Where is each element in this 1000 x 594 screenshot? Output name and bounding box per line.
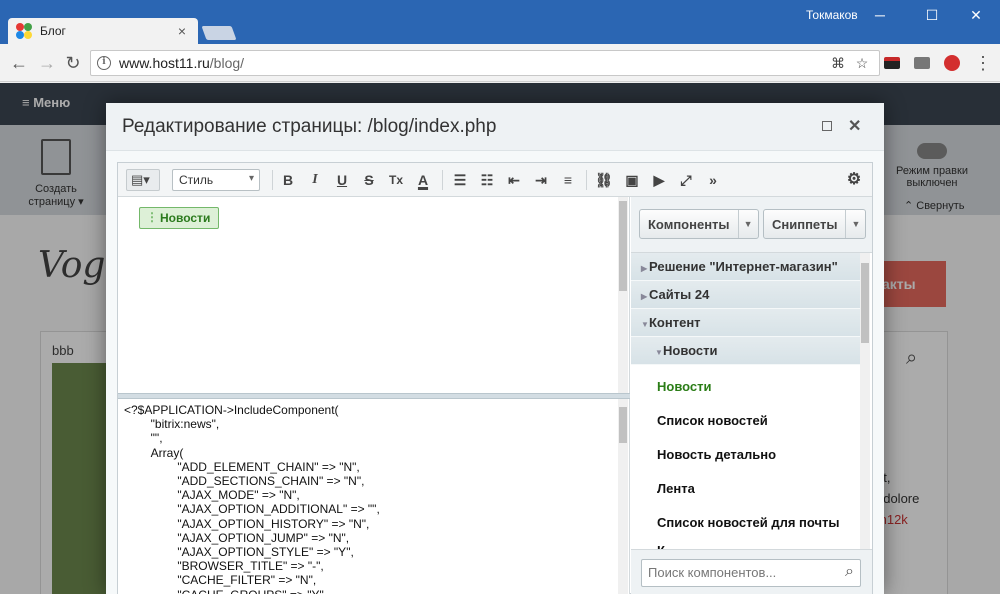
tree-item-content[interactable]: ▼Контент — [631, 309, 860, 337]
view-mode-icon[interactable]: ▤▾ — [126, 169, 160, 191]
toolbar-divider — [442, 170, 443, 190]
fullscreen-icon[interactable]: ⤢ — [676, 170, 696, 190]
component-item[interactable]: Список новостей для почты — [657, 515, 840, 530]
extension-profile-icon[interactable] — [944, 55, 960, 71]
search-icon[interactable]: ⌕ — [845, 563, 854, 581]
reload-icon[interactable]: ↻ — [62, 52, 84, 74]
search-placeholder: Поиск компонентов... — [648, 565, 777, 580]
menu-kebab-icon[interactable]: ⋮ — [972, 52, 994, 74]
snippets-button[interactable]: Сниппеты ▼ — [763, 209, 867, 239]
components-panel: Компоненты ▼ Сниппеты ▼ ▶ Решение "Интерн… — [631, 197, 872, 594]
collapse-arrow-icon: ▼ — [655, 348, 663, 357]
browser-titlebar: Блог × Токмаков ─ ☐ ✕ — [0, 0, 1000, 44]
italic-icon[interactable]: I — [305, 170, 325, 190]
more-tools-icon[interactable]: » — [703, 170, 723, 190]
image-icon[interactable]: ▣ — [622, 170, 642, 190]
scrollbar-thumb[interactable] — [619, 201, 627, 291]
extension-mask-icon[interactable] — [884, 57, 900, 69]
tree-item-sites24[interactable]: ▶ Сайты 24 — [631, 281, 860, 309]
tab-title: Блог — [40, 24, 66, 38]
arrow-left-icon[interactable]: ← — [8, 52, 30, 74]
bitrix-favicon-icon — [16, 23, 32, 39]
bold-icon[interactable]: B — [278, 170, 298, 190]
tab-close-icon[interactable]: × — [174, 23, 190, 39]
php-code: <?$APPLICATION->IncludeComponent( "bitri… — [124, 403, 380, 594]
browser-toolbar: ← → ↻ i www.host11.ru/blog/ ⌘ ☆ ⋮ — [0, 44, 1000, 82]
maximize-button[interactable]: ☐ — [920, 4, 944, 26]
address-bar[interactable]: i www.host11.ru/blog/ ⌘ ☆ — [90, 50, 880, 76]
browser-tab-blog[interactable]: Блог × — [8, 18, 198, 44]
editor-toolbar: ▤▾ Стиль B I U S Tx A ☰ ☷ ⇤ ⇥ ≡ ⛓ ▣ ▶ ⤢ … — [118, 163, 872, 197]
scrollbar-thumb[interactable] — [861, 263, 869, 343]
strikethrough-icon[interactable]: S — [359, 170, 379, 190]
url-host: www.host11.ru — [119, 55, 210, 71]
outdent-icon[interactable]: ⇤ — [504, 170, 524, 190]
component-chip-news[interactable]: Новости — [139, 207, 220, 229]
html-editor: ▤▾ Стиль B I U S Tx A ☰ ☷ ⇤ ⇥ ≡ ⛓ ▣ ▶ ⤢ … — [117, 162, 873, 594]
expand-arrow-icon: ▶ — [641, 264, 648, 273]
dialog-title: Редактирование страницы: /blog/index.php — [122, 116, 497, 137]
toolbar-divider — [272, 170, 273, 190]
components-panel-header: Компоненты ▼ Сниппеты ▼ — [631, 197, 872, 253]
settings-gear-icon[interactable]: ⚙ — [844, 170, 864, 190]
components-button-label: Компоненты — [648, 216, 730, 232]
indent-icon[interactable]: ⇥ — [531, 170, 551, 190]
style-select[interactable]: Стиль — [172, 169, 260, 191]
collapse-arrow-icon: ▼ — [641, 320, 649, 329]
clear-format-icon[interactable]: Tx — [386, 170, 406, 190]
component-item[interactable]: Новости — [657, 379, 712, 394]
extension-stack-icon[interactable] — [914, 57, 930, 69]
minimize-button[interactable]: ─ — [868, 4, 892, 26]
link-icon[interactable]: ⛓ — [594, 170, 614, 190]
code-editor-area[interactable]: <?$APPLICATION->IncludeComponent( "bitri… — [118, 399, 630, 594]
font-color-icon[interactable]: A — [413, 170, 433, 190]
tree-item-eshop[interactable]: ▶ Решение "Интернет-магазин" — [631, 253, 860, 281]
browser-profile-name[interactable]: Токмаков — [806, 8, 858, 22]
translate-icon[interactable]: ⌘ — [829, 54, 847, 72]
video-icon[interactable]: ▶ — [649, 170, 669, 190]
component-search-input[interactable]: Поиск компонентов... ⌕ — [641, 559, 861, 587]
edit-page-dialog: Редактирование страницы: /blog/index.php… — [106, 103, 884, 594]
components-button[interactable]: Компоненты ▼ — [639, 209, 759, 239]
component-item[interactable]: Новость детально — [657, 447, 776, 462]
chevron-down-icon[interactable]: ▼ — [737, 210, 758, 238]
arrow-right-icon[interactable]: → — [36, 52, 58, 74]
component-item[interactable]: Лента — [657, 481, 695, 496]
ordered-list-icon[interactable]: ☰ — [450, 170, 470, 190]
new-tab-button[interactable] — [201, 26, 237, 40]
site-info-icon[interactable]: i — [97, 56, 111, 70]
scrollbar-thumb[interactable] — [619, 407, 627, 443]
visual-scrollbar[interactable] — [618, 197, 628, 393]
close-icon[interactable]: ✕ — [848, 116, 861, 136]
tree-item-news[interactable]: ▼Новости — [631, 337, 860, 365]
components-scrollbar[interactable] — [860, 253, 870, 549]
snippets-button-label: Сниппеты — [772, 216, 838, 232]
component-item[interactable]: Список новостей — [657, 413, 768, 428]
close-window-button[interactable]: ✕ — [964, 4, 988, 26]
maximize-icon[interactable] — [822, 121, 832, 131]
dialog-header: Редактирование страницы: /blog/index.php… — [106, 103, 884, 151]
align-justify-icon[interactable]: ≡ — [558, 170, 578, 190]
bullet-list-icon[interactable]: ☷ — [477, 170, 497, 190]
star-icon[interactable]: ☆ — [853, 54, 871, 72]
code-scrollbar[interactable] — [618, 399, 628, 594]
visual-editor-area[interactable]: Новости — [118, 197, 630, 393]
url-path: /blog/ — [209, 55, 245, 71]
toolbar-divider — [586, 170, 587, 190]
expand-arrow-icon: ▶ — [641, 292, 648, 301]
underline-icon[interactable]: U — [332, 170, 352, 190]
chevron-down-icon[interactable]: ▼ — [845, 210, 865, 238]
